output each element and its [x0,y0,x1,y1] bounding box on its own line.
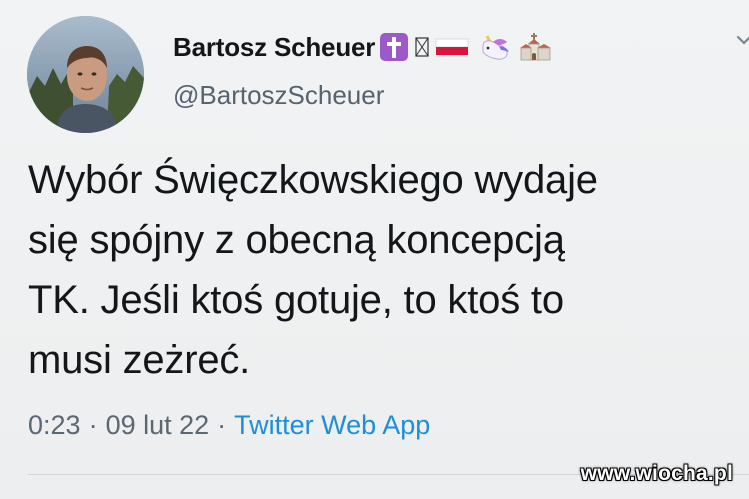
avatar[interactable] [27,16,144,133]
tweet-meta: 0:23 · 09 lut 22 · Twitter Web App [28,410,430,441]
tweet-source-link[interactable]: Twitter Web App [234,410,430,441]
cross-emoji-icon [379,32,409,62]
unicorn-icon [477,32,513,62]
author-display-name[interactable]: Bartosz Scheuer [173,32,375,63]
meta-separator: · [88,410,98,440]
avatar-image [27,16,144,133]
unknown-glyph-icon [413,32,431,62]
tweet-date[interactable]: 09 lut 22 [106,410,210,441]
tweet-time[interactable]: 0:23 [28,410,81,441]
author-handle[interactable]: @BartoszScheuer [173,80,384,111]
watermark: www.wiocha.pl [580,462,733,485]
tweet-card: Bartosz Scheuer @BartoszScheuer Wybór Św… [0,0,749,499]
tweet-text: Wybór Święczkowskiego wydaje się spójny … [28,158,598,382]
poland-flag-icon [435,32,469,62]
author-name-row: Bartosz Scheuer [173,27,553,67]
more-options-icon[interactable] [734,30,749,50]
meta-separator: · [217,410,227,440]
church-icon [517,32,553,62]
